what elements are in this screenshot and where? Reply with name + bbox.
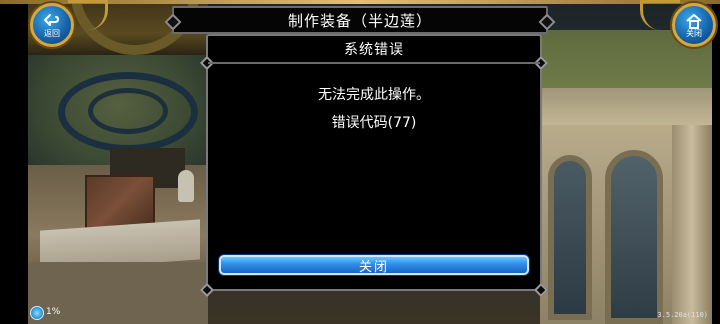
stone-column: [672, 125, 712, 324]
crates: [85, 175, 155, 230]
left-letterbox: [0, 0, 28, 324]
dialog-header: 系统错误: [208, 36, 540, 64]
dialog-close-button-label: 关闭: [358, 259, 389, 275]
right-letterbox: [712, 0, 720, 324]
error-code: 错误代码(77): [331, 115, 417, 131]
home-icon: [686, 13, 702, 29]
status-indicator-text: 1%: [46, 307, 61, 317]
npc-figure[interactable]: [178, 170, 194, 202]
close-button[interactable]: 关闭: [672, 3, 716, 47]
back-button-label: 返回: [44, 28, 60, 38]
error-message: 无法完成此操作。: [318, 87, 430, 103]
arched-window-large: [605, 150, 663, 324]
close-button-label: 关闭: [686, 28, 702, 38]
arched-window: [548, 155, 592, 320]
floor-ring-inner: [88, 88, 168, 134]
dialog-title: 系统错误: [344, 42, 404, 58]
page-title: 制作装备（半边莲）: [287, 11, 432, 30]
title-bar: 制作装备（半边莲）: [172, 6, 548, 34]
top-gold-frame: [0, 0, 720, 4]
right-arch: [540, 88, 712, 128]
version-label: 3.5.20a(110): [657, 311, 708, 319]
back-button[interactable]: 返回: [30, 3, 74, 47]
network-status-icon: [30, 306, 44, 320]
dialog-close-button[interactable]: 关闭: [219, 255, 529, 275]
error-dialog: 系统错误 无法完成此操作。 错误代码(77) 关闭: [199, 34, 549, 298]
back-arrow-icon: [44, 13, 59, 26]
